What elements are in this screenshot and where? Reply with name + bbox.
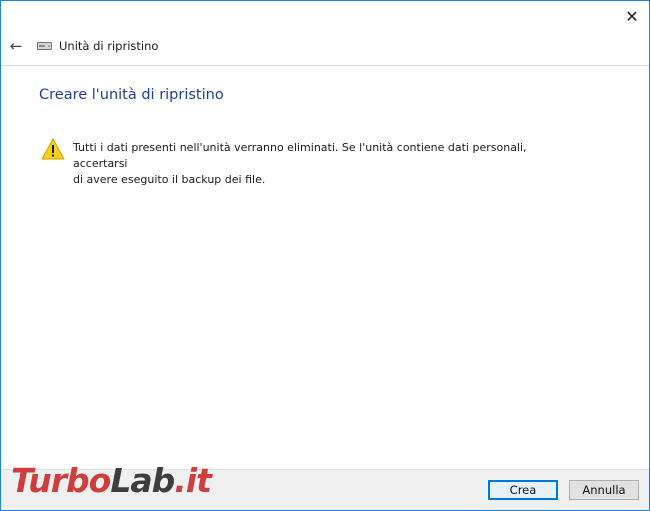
page-title: Creare l'unità di ripristino: [39, 87, 224, 103]
warning-icon: [41, 138, 65, 160]
warning-line-1: Tutti i dati presenti nell'unità verrann…: [73, 141, 527, 170]
watermark-part-3: .it: [174, 461, 212, 500]
warning-message: Tutti i dati presenti nell'unità verrann…: [73, 140, 573, 188]
create-button[interactable]: Crea: [488, 480, 558, 500]
window-title: Unità di ripristino: [59, 39, 159, 53]
watermark-part-1: Turbo: [11, 461, 111, 500]
close-icon: ✕: [625, 6, 639, 26]
close-button[interactable]: ✕: [615, 1, 649, 31]
warning-line-2: di avere eseguito il backup dei file.: [73, 173, 266, 186]
back-arrow-icon: ←: [9, 37, 23, 55]
drive-icon: [37, 42, 52, 50]
watermark-part-2: Lab: [110, 461, 175, 500]
watermark-logo: TurboLab.it: [11, 461, 212, 500]
title-bar: ✕ ← Unità di ripristino: [1, 1, 649, 66]
cancel-button[interactable]: Annulla: [569, 480, 639, 500]
recovery-drive-window: ✕ ← Unità di ripristino Creare l'unità d…: [0, 0, 650, 511]
back-button[interactable]: ←: [7, 36, 25, 56]
